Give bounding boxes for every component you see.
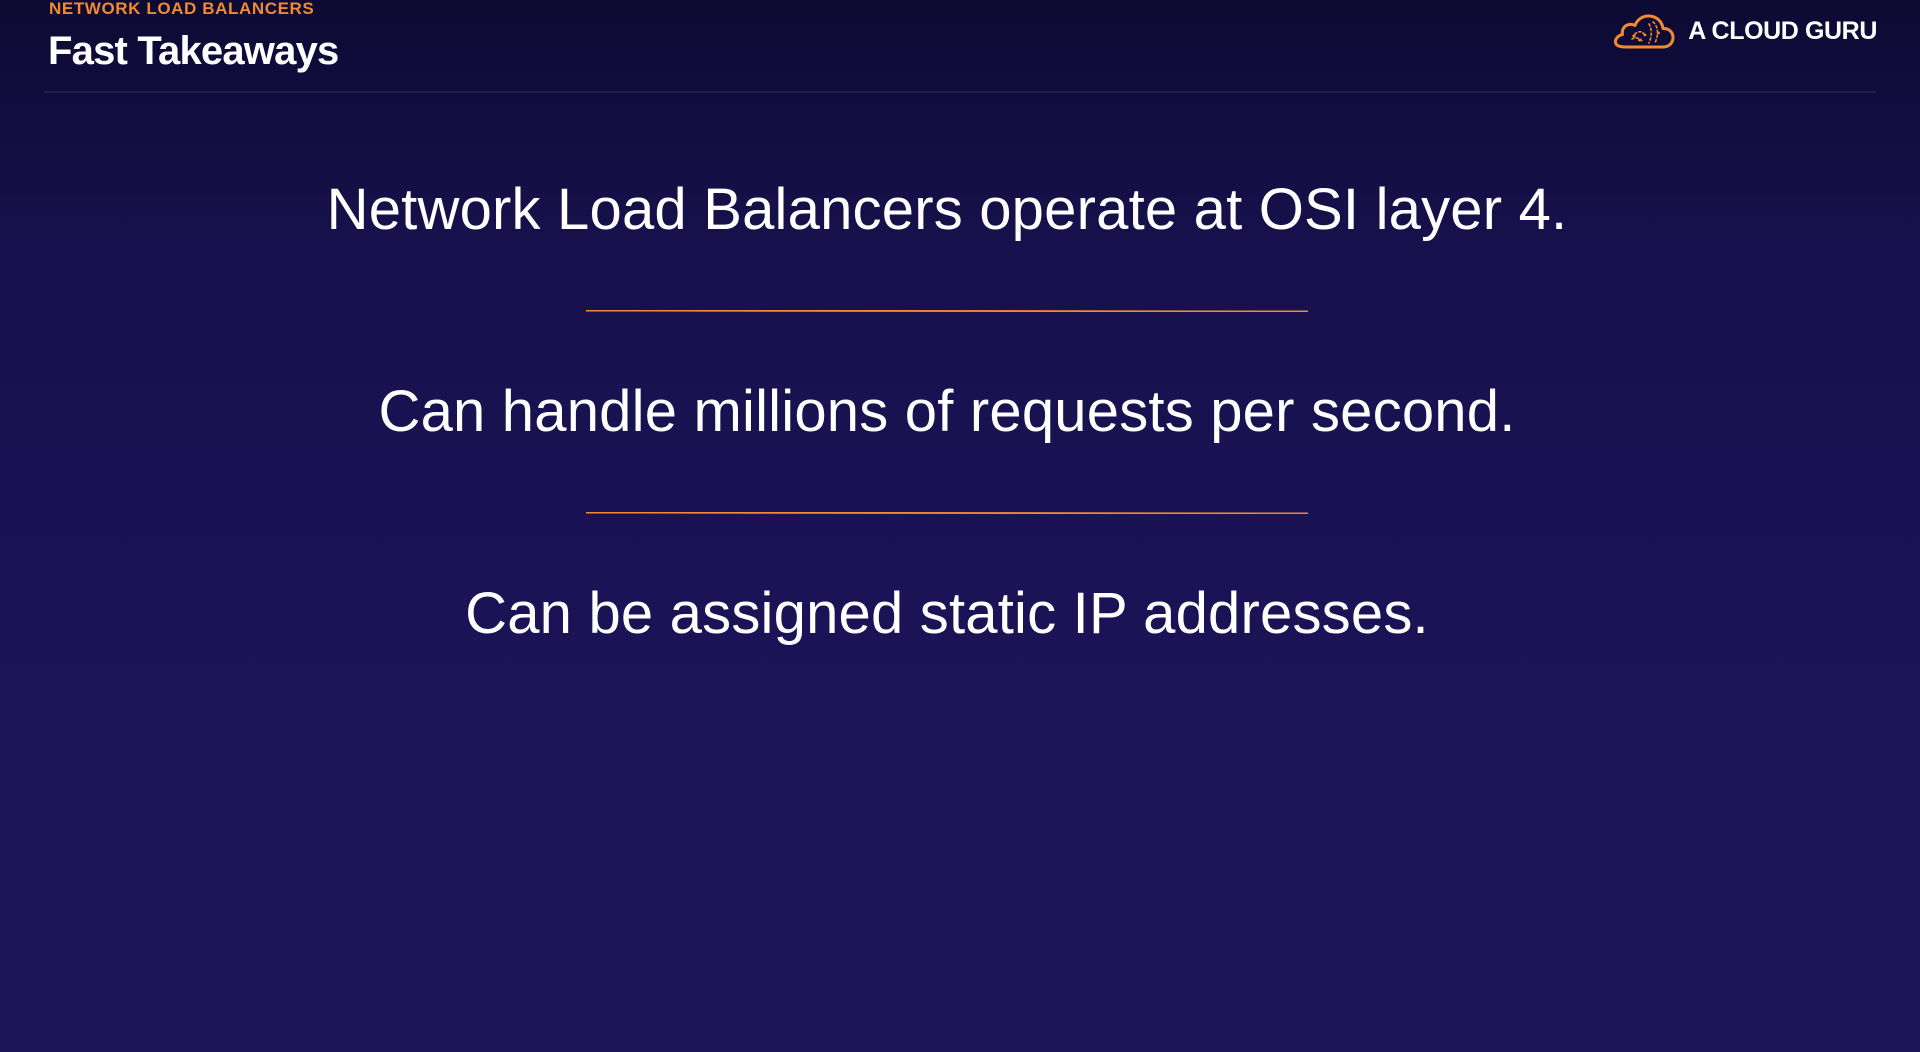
separator-line (586, 512, 1308, 514)
section-label: NETWORK LOAD BALANCERS (49, 0, 315, 18)
takeaways-list: Network Load Balancers operate at OSI la… (0, 160, 1894, 664)
brand-name: A CLOUD GURU (1688, 17, 1877, 45)
takeaway-item: Can handle millions of requests per seco… (378, 379, 1516, 444)
takeaway-item: Network Load Balancers operate at OSI la… (326, 177, 1568, 242)
separator-line (586, 310, 1308, 312)
slide-header: NETWORK LOAD BALANCERS Fast Takeaways A … (0, 0, 1920, 94)
brand-logo-group: A CLOUD GURU (1612, 10, 1877, 52)
slide-title: Fast Takeaways (48, 29, 339, 73)
takeaway-item: Can be assigned static IP addresses. (465, 581, 1429, 646)
cloud-logo-icon (1614, 14, 1675, 49)
header-divider (44, 91, 1876, 93)
